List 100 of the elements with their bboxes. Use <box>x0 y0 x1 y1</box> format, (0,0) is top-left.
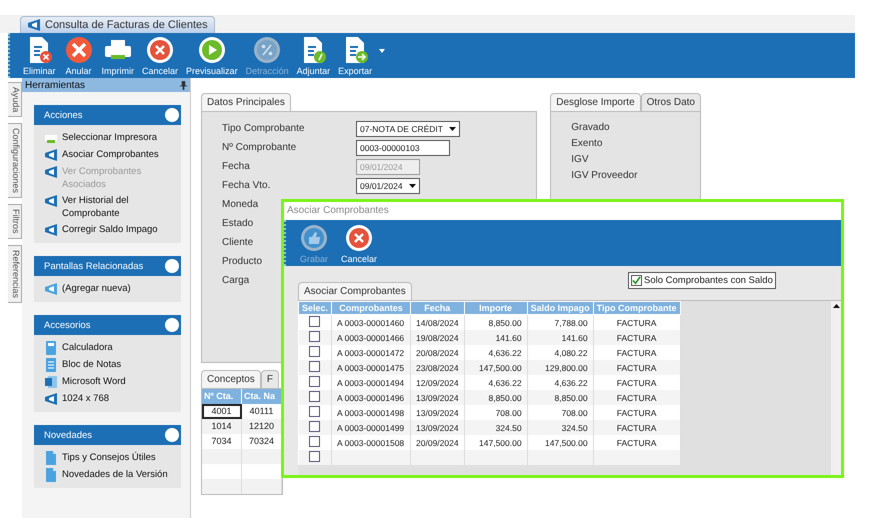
field-label: Nº Comprobante <box>222 142 296 153</box>
row-checkbox[interactable] <box>309 451 320 462</box>
tool-link[interactable]: Corregir Saldo Impago <box>62 223 158 236</box>
shield-icon <box>44 194 58 208</box>
tab[interactable]: Desglose Importe <box>550 93 641 111</box>
row-checkbox[interactable] <box>309 391 320 402</box>
card-header[interactable]: Accesorios <box>34 315 181 335</box>
field-label: Gravado <box>571 122 611 133</box>
tab[interactable]: Otros Dato <box>640 93 701 111</box>
toolbar-button[interactable]: Cancelar <box>139 35 182 76</box>
row-checkbox[interactable] <box>309 331 320 342</box>
toolbar-button[interactable]: Previsualizar <box>183 35 241 76</box>
row-checkbox[interactable] <box>309 436 320 447</box>
table-cell: FACTURA <box>616 392 656 402</box>
input-field[interactable]: 0003-00000103 <box>356 140 450 156</box>
tool-link[interactable]: Ver Historial del Comprobante <box>62 194 175 220</box>
column-header: Fecha <box>410 302 464 314</box>
table-cell: A 0003-00001466 <box>337 332 404 342</box>
side-tab[interactable]: Ayuda <box>8 82 22 118</box>
column-header: Comprobantes <box>332 302 411 314</box>
table-cell: 4,636.22 <box>488 378 522 388</box>
table-cell: FACTURA <box>616 378 656 388</box>
table-cell: 1014 <box>202 419 242 434</box>
dropdown-arrow-icon <box>408 184 416 188</box>
table-cell: FACTURA <box>616 348 656 358</box>
collapse-icon[interactable] <box>165 259 179 273</box>
field-label: Exento <box>571 138 604 149</box>
toolbar-button[interactable]: Exportar <box>335 35 376 76</box>
tab[interactable]: F <box>260 370 279 388</box>
dropdown[interactable]: 07-NOTA DE CRÉDIT <box>356 120 460 136</box>
tab[interactable]: Conceptos <box>201 370 261 388</box>
field-label: Fecha <box>222 161 250 172</box>
table-cell: 8,850.00 <box>488 392 522 402</box>
card-header[interactable]: Acciones <box>34 105 181 125</box>
card-title: Pantallas Relacionadas <box>44 260 144 272</box>
tab[interactable]: Asociar Comprobantes <box>298 282 412 300</box>
table-cell: 7,788.00 <box>554 318 588 328</box>
shield-icon <box>44 148 58 162</box>
tool-link[interactable]: Tips y Consejos Útiles <box>62 451 156 464</box>
toolbar-button[interactable]: Imprimir <box>98 35 138 76</box>
side-tab[interactable]: Referencias <box>8 244 22 303</box>
field-label: Estado <box>222 218 254 229</box>
filter-checkbox-field[interactable]: Solo Comprobantes con Saldo <box>628 272 776 289</box>
collapse-icon[interactable] <box>165 318 179 332</box>
row-checkbox[interactable] <box>309 346 320 357</box>
checkbox[interactable] <box>631 275 642 286</box>
side-tab[interactable]: Filtros <box>8 204 22 239</box>
scroll-up-arrow-icon[interactable] <box>832 304 840 308</box>
tool-link[interactable]: Calculadora <box>62 341 113 354</box>
row-checkbox[interactable] <box>309 406 320 417</box>
dropdown[interactable]: 09/01/2024 <box>356 178 420 194</box>
percent-icon <box>252 35 282 65</box>
table-cell: 13/09/2024 <box>416 408 459 418</box>
tool-link[interactable]: Seleccionar Impresora <box>62 131 158 144</box>
shield-icon <box>27 18 41 32</box>
table-cell: FACTURA <box>616 362 656 372</box>
row-checkbox[interactable] <box>309 316 320 327</box>
tool-link[interactable]: Microsoft Word <box>62 375 126 388</box>
document-tab[interactable]: Consulta de Facturas de Clientes <box>20 16 215 33</box>
tool-link[interactable]: Novedades de la Versión <box>62 468 168 481</box>
card-title: Novedades <box>44 430 92 440</box>
caret-icon[interactable] <box>379 48 386 52</box>
table-cell: 147,500.00 <box>545 438 588 448</box>
toolbar-button[interactable]: Adjuntar <box>294 35 334 76</box>
tool-link[interactable]: (Agregar nueva) <box>62 282 131 295</box>
card-title: Acciones <box>44 110 83 120</box>
column-header: Nº Cta. <box>202 389 242 404</box>
table-cell: A 0003-00001496 <box>337 392 404 402</box>
tool-link[interactable]: Asociar Comprobantes <box>62 148 159 161</box>
panel-title: Herramientas <box>25 80 86 90</box>
side-tab[interactable]: Configuraciones <box>8 123 22 198</box>
scrollbar[interactable] <box>831 301 841 475</box>
toolbar-button[interactable]: Anular <box>60 35 97 76</box>
collapse-icon[interactable] <box>165 428 179 442</box>
table-cell: 20/09/2024 <box>416 438 459 448</box>
cancel-icon <box>344 222 374 252</box>
table-cell: 129,800.00 <box>545 362 588 372</box>
collapse-icon[interactable] <box>165 108 179 122</box>
thumbs-up-icon <box>299 222 329 252</box>
row-checkbox[interactable] <box>309 376 320 387</box>
play-icon <box>196 35 227 65</box>
table-cell: FACTURA <box>616 332 656 342</box>
word-document-icon <box>44 375 58 389</box>
table-cell: A 0003-00001498 <box>337 408 404 418</box>
shield-icon <box>44 223 58 237</box>
pin-icon[interactable] <box>180 80 187 90</box>
table-cell: A 0003-00001499 <box>337 422 404 432</box>
card-header[interactable]: Pantallas Relacionadas <box>34 256 181 276</box>
card-header[interactable]: Novedades <box>34 425 181 445</box>
table-cell: 141.60 <box>496 332 522 342</box>
table-cell: FACTURA <box>616 438 656 448</box>
tab[interactable]: Datos Principales <box>201 93 291 111</box>
toolbar-button[interactable]: Cancelar <box>338 222 380 264</box>
field-label: Carga <box>222 275 250 286</box>
tool-link[interactable]: 1024 x 768 <box>62 392 110 405</box>
row-checkbox[interactable] <box>309 421 320 432</box>
row-checkbox[interactable] <box>309 361 320 372</box>
tool-link[interactable]: Bloc de Notas <box>62 358 122 371</box>
toolbar-button[interactable]: Eliminar <box>20 35 59 76</box>
column-header: Saldo Impago <box>527 302 594 314</box>
